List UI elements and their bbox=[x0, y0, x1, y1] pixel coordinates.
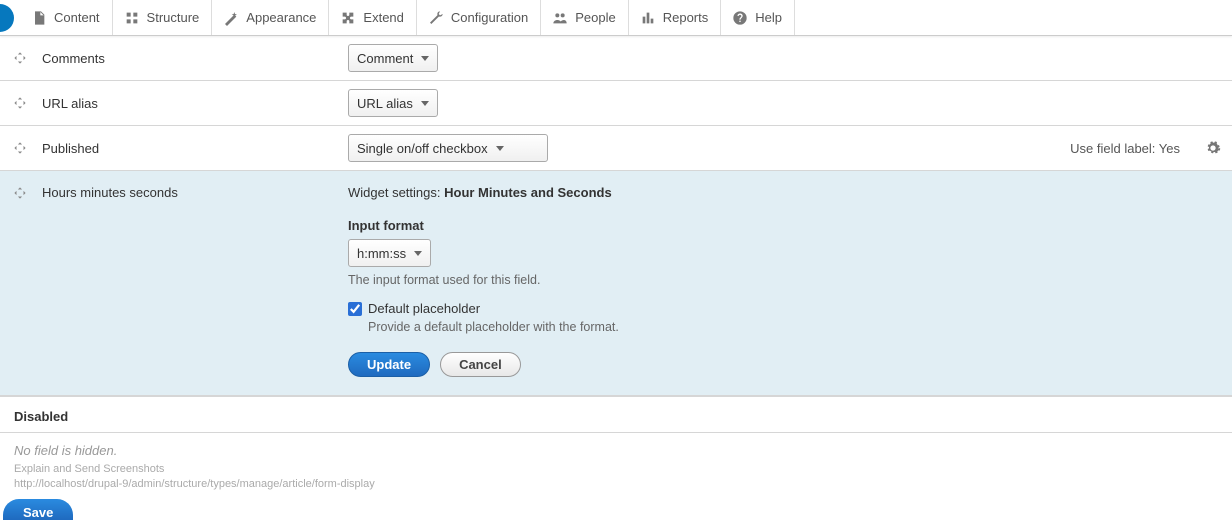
file-icon bbox=[30, 9, 48, 27]
field-name: Hours minutes seconds bbox=[38, 185, 338, 200]
toolbar-people[interactable]: People bbox=[541, 0, 628, 35]
row-url-alias: URL alias URL alias bbox=[0, 81, 1232, 126]
input-format-help: The input format used for this field. bbox=[348, 273, 1216, 287]
toolbar-help-label: Help bbox=[755, 10, 782, 25]
drag-handle[interactable] bbox=[12, 95, 28, 111]
faint-text-1: Explain and Send Screenshots bbox=[14, 462, 1218, 477]
chevron-down-icon bbox=[421, 56, 429, 61]
input-format-label: Input format bbox=[348, 218, 1216, 233]
toolbar-appearance-label: Appearance bbox=[246, 10, 316, 25]
default-placeholder-help: Provide a default placeholder with the f… bbox=[368, 320, 1216, 334]
disabled-empty-text: No field is hidden. bbox=[14, 443, 1218, 458]
widget-settings-prefix: Widget settings: bbox=[348, 185, 444, 200]
disabled-heading: Disabled bbox=[14, 409, 1218, 424]
row-published: Published Single on/off checkbox Use fie… bbox=[0, 126, 1232, 171]
toolbar-content-label: Content bbox=[54, 10, 100, 25]
structure-icon bbox=[123, 9, 141, 27]
people-icon bbox=[551, 9, 569, 27]
widget-select-url-alias[interactable]: URL alias bbox=[348, 89, 438, 117]
toolbar-extend[interactable]: Extend bbox=[329, 0, 416, 35]
faint-text-2: http://localhost/drupal-9/admin/structur… bbox=[14, 477, 1218, 492]
field-name: URL alias bbox=[38, 96, 338, 111]
save-button[interactable]: Save bbox=[3, 499, 73, 520]
chevron-down-icon bbox=[414, 251, 422, 256]
update-button[interactable]: Update bbox=[348, 352, 430, 377]
field-rows: Comments Comment URL alias URL alias Pub… bbox=[0, 36, 1232, 396]
widget-select-value: Single on/off checkbox bbox=[357, 141, 488, 156]
widget-select-value: URL alias bbox=[357, 96, 413, 111]
toolbar-reports[interactable]: Reports bbox=[629, 0, 722, 35]
widget-select-comments[interactable]: Comment bbox=[348, 44, 438, 72]
widget-select-published[interactable]: Single on/off checkbox bbox=[348, 134, 548, 162]
widget-settings-line: Widget settings: Hour Minutes and Second… bbox=[348, 185, 1216, 200]
row-hms: Hours minutes seconds Widget settings: H… bbox=[0, 171, 1232, 396]
toolbar-extend-label: Extend bbox=[363, 10, 403, 25]
disabled-section: Disabled No field is hidden. Explain and… bbox=[0, 396, 1232, 493]
toolbar-content[interactable]: Content bbox=[0, 0, 113, 35]
help-icon bbox=[731, 9, 749, 27]
row-comments: Comments Comment bbox=[0, 36, 1232, 81]
input-format-value: h:mm:ss bbox=[357, 246, 406, 261]
default-placeholder-label: Default placeholder bbox=[368, 301, 480, 316]
toolbar-appearance[interactable]: Appearance bbox=[212, 0, 329, 35]
wand-icon bbox=[222, 9, 240, 27]
bars-icon bbox=[639, 9, 657, 27]
toolbar-help[interactable]: Help bbox=[721, 0, 795, 35]
field-name: Comments bbox=[38, 51, 338, 66]
cancel-button[interactable]: Cancel bbox=[440, 352, 521, 377]
toolbar-people-label: People bbox=[575, 10, 615, 25]
drag-handle[interactable] bbox=[12, 185, 28, 201]
widget-summary: Use field label: Yes bbox=[1070, 141, 1220, 156]
input-format-select[interactable]: h:mm:ss bbox=[348, 239, 431, 267]
field-name: Published bbox=[38, 141, 338, 156]
toolbar-configuration-label: Configuration bbox=[451, 10, 528, 25]
widget-settings-value: Hour Minutes and Seconds bbox=[444, 185, 612, 200]
admin-toolbar: Content Structure Appearance Extend Conf… bbox=[0, 0, 1232, 36]
widget-settings-panel: Widget settings: Hour Minutes and Second… bbox=[348, 185, 1216, 377]
toolbar-structure[interactable]: Structure bbox=[113, 0, 213, 35]
chevron-down-icon bbox=[496, 146, 504, 151]
default-placeholder-checkbox[interactable] bbox=[348, 302, 362, 316]
toolbar-reports-label: Reports bbox=[663, 10, 709, 25]
drag-handle[interactable] bbox=[12, 50, 28, 66]
toolbar-structure-label: Structure bbox=[147, 10, 200, 25]
drag-handle[interactable] bbox=[12, 140, 28, 156]
puzzle-icon bbox=[339, 9, 357, 27]
settings-gear-button[interactable] bbox=[1204, 139, 1222, 157]
wrench-icon bbox=[427, 9, 445, 27]
widget-select-value: Comment bbox=[357, 51, 413, 66]
chevron-down-icon bbox=[421, 101, 429, 106]
toolbar-configuration[interactable]: Configuration bbox=[417, 0, 541, 35]
